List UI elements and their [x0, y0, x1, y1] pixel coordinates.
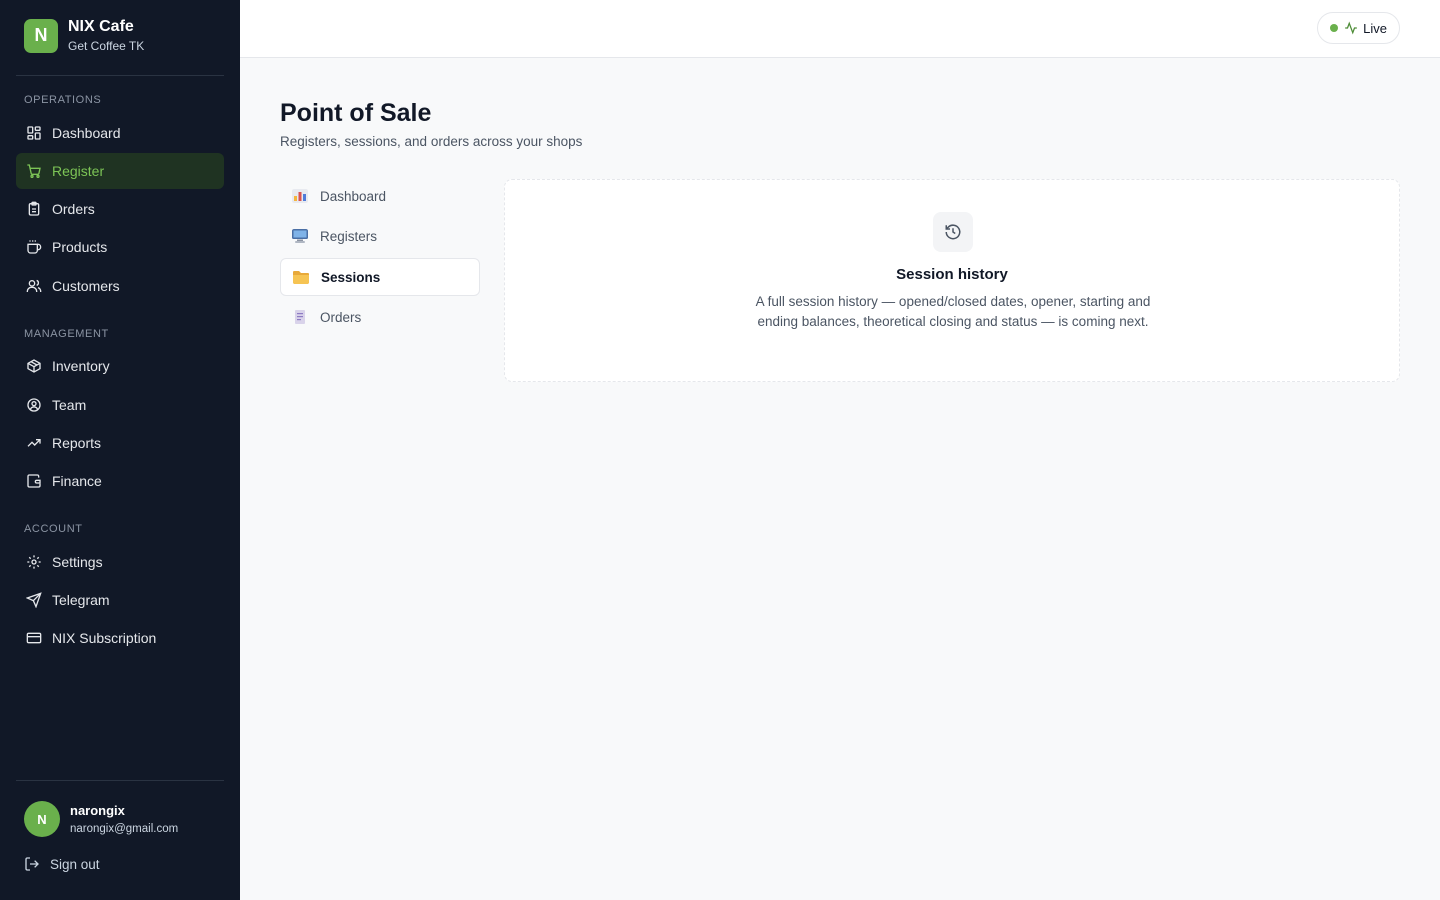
users-icon: [26, 279, 42, 292]
brand-subtitle: Get Coffee TK: [68, 39, 145, 53]
history-icon: [933, 212, 973, 252]
tab-sessions[interactable]: Sessions: [280, 258, 480, 296]
log-out-icon: [25, 857, 39, 871]
tab-label: Sessions: [321, 269, 381, 285]
user-name: narongix: [70, 802, 125, 818]
sidebar-item-nix-subscription[interactable]: NIX Subscription: [16, 620, 224, 656]
sidebar-item-label: Team: [52, 397, 87, 413]
bar-chart-emoji-icon: [292, 189, 308, 203]
sidebar-item-customers[interactable]: Customers: [16, 268, 224, 304]
sidebar-item-label: Register: [52, 163, 105, 179]
sidebar-divider: [16, 780, 224, 781]
sidebar-item-inventory[interactable]: Inventory: [16, 348, 224, 384]
cart-icon: [27, 164, 41, 178]
package-icon: [27, 359, 41, 373]
brand[interactable]: N NIX Cafe Get Coffee TK: [24, 18, 144, 53]
tab-label: Dashboard: [320, 188, 387, 204]
sidebar-item-label: Settings: [52, 554, 103, 570]
send-icon: [26, 592, 42, 608]
tab-orders[interactable]: Orders: [280, 298, 480, 336]
sidebar-item-team[interactable]: Team: [16, 387, 224, 423]
activity-icon: [1345, 21, 1357, 35]
sign-out-label: Sign out: [50, 856, 100, 872]
tab-registers[interactable]: Registers: [280, 217, 480, 255]
sidebar-item-reports[interactable]: Reports: [16, 425, 224, 461]
top-bar: Live: [240, 0, 1440, 58]
sidebar-divider: [16, 75, 224, 76]
sidebar-item-label: Orders: [52, 201, 95, 217]
section-label-account: ACCOUNT: [24, 523, 83, 535]
sidebar-item-label: Finance: [52, 473, 102, 489]
sidebar-item-products[interactable]: Products: [16, 229, 224, 265]
user-email: narongix@gmail.com: [70, 822, 179, 835]
sidebar-item-label: Telegram: [52, 592, 110, 608]
computer-emoji-icon: [292, 229, 308, 243]
section-label-management: MANAGEMENT: [24, 328, 109, 340]
tab-label: Registers: [320, 228, 378, 244]
sidebar-item-label: Products: [52, 239, 108, 255]
live-status-button[interactable]: Live: [1317, 12, 1400, 44]
sidebar-item-label: Reports: [52, 435, 102, 451]
folder-emoji-icon: [293, 271, 309, 284]
user-profile[interactable]: N narongix narongix@gmail.com: [24, 801, 178, 837]
sidebar-item-finance[interactable]: Finance: [16, 463, 224, 499]
session-history-panel: Session history A full session history —…: [504, 179, 1400, 382]
live-label: Live: [1363, 20, 1387, 36]
sidebar: N NIX Cafe Get Coffee TK OPERATIONS Dash…: [0, 0, 240, 900]
credit-card-icon: [26, 632, 42, 644]
brand-logo: N: [24, 18, 58, 53]
gear-icon: [27, 555, 41, 569]
sidebar-item-label: NIX Subscription: [52, 630, 157, 646]
panel-title: Session history: [896, 266, 1008, 283]
sidebar-item-label: Dashboard: [52, 125, 121, 141]
sidebar-item-register[interactable]: Register: [16, 153, 224, 189]
live-dot: [1330, 24, 1339, 32]
sidebar-item-dashboard[interactable]: Dashboard: [16, 115, 224, 151]
panel-description: A full session history — opened/closed d…: [755, 294, 1151, 329]
coffee-icon: [27, 240, 42, 254]
wallet-icon: [27, 474, 41, 488]
page-subtitle: Registers, sessions, and orders across y…: [280, 134, 583, 149]
section-label-operations: OPERATIONS: [24, 94, 102, 106]
sidebar-item-telegram[interactable]: Telegram: [16, 582, 224, 618]
avatar: N: [24, 801, 60, 837]
sidebar-item-settings[interactable]: Settings: [16, 544, 224, 580]
tab-dashboard[interactable]: Dashboard: [280, 177, 480, 215]
clipboard-icon: [28, 201, 40, 216]
page-title: Point of Sale: [280, 99, 432, 127]
sign-out-button[interactable]: Sign out: [24, 856, 100, 872]
dashboard-icon: [27, 126, 41, 140]
brand-name: NIX Cafe: [68, 18, 134, 35]
receipt-emoji-icon: [295, 310, 305, 324]
trending-up-icon: [27, 439, 41, 447]
sidebar-item-orders[interactable]: Orders: [16, 191, 224, 227]
sidebar-item-label: Customers: [52, 278, 120, 294]
sidebar-item-label: Inventory: [52, 358, 110, 374]
tab-label: Orders: [320, 309, 362, 325]
user-circle-icon: [27, 398, 41, 412]
